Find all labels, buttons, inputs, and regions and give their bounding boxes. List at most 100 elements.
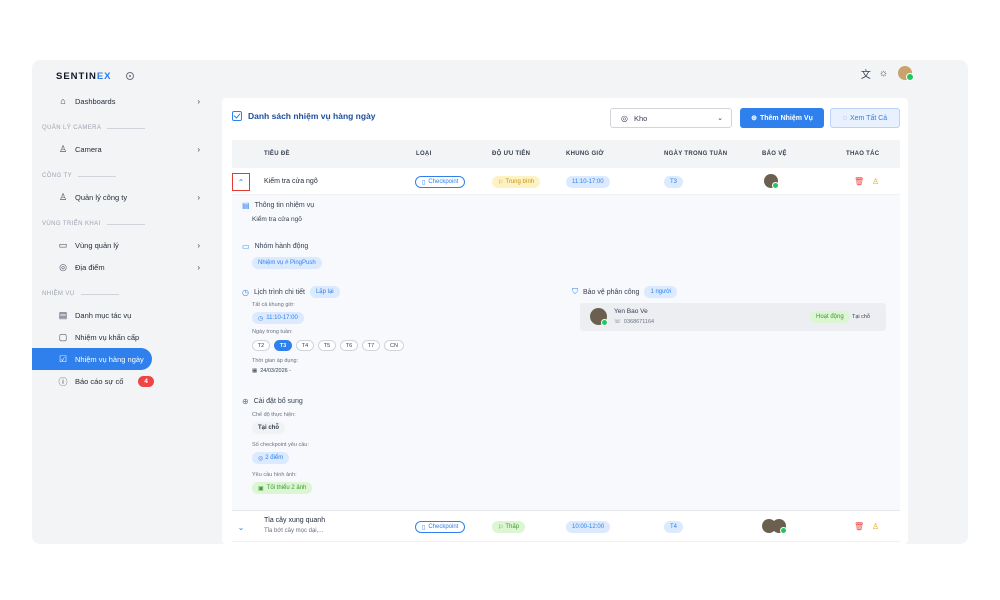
view-all-button[interactable]: ◌ Xem Tất Cả	[830, 108, 900, 128]
plus-circle-icon: ⊕	[751, 115, 757, 122]
location-select[interactable]: ◎ Kho ⌄	[610, 108, 732, 128]
group-tag: Nhiệm vụ # PingPush	[252, 257, 322, 269]
sidebar-item-incident[interactable]: ⓘ Báo cáo sự cố 4	[42, 370, 212, 392]
alert-icon: ⓘ	[58, 376, 68, 387]
checkbox-icon: ☑	[58, 353, 68, 364]
topbar-actions: 文 ☼	[861, 64, 914, 82]
shield-icon: ⛉	[572, 287, 578, 296]
delete-icon[interactable]: 🗑	[854, 177, 864, 186]
section-company: CÔNG TY	[42, 166, 222, 186]
column-header-priority: ĐỘ ƯU TIÊN	[492, 151, 531, 157]
sidebar-item-task-catalog[interactable]: ▤ Danh mục tác vụ	[42, 304, 212, 326]
chevron-right-icon: ›	[197, 96, 200, 106]
day-chip: CN	[384, 340, 404, 351]
bookmark-icon: ▯	[422, 524, 426, 531]
time-badge: 10:00-12:00	[566, 521, 611, 533]
guard-section-title: ⛉ Bảo vệ phân công 1 người	[572, 286, 678, 298]
guard-phone: ☏ 0368671164	[614, 319, 654, 325]
row-title: Tỉa cây xung quanh	[264, 517, 326, 524]
sidebar-item-label: Nhiệm vụ hàng ngày	[75, 354, 144, 364]
group-head: Nhóm hành động	[254, 243, 309, 250]
document-icon: ▢	[58, 331, 68, 342]
user-avatar[interactable]	[896, 64, 914, 82]
image-label: Yêu cầu hình ảnh:	[252, 472, 297, 478]
document-icon: ▤	[242, 201, 250, 210]
guard-head: Bảo vệ phân công	[583, 288, 640, 296]
type-badge-label: Checkpoint	[428, 524, 459, 530]
settings-icon: ⊕	[242, 397, 249, 406]
image-icon: ▣	[258, 485, 264, 492]
section-task: NHIỆM VỤ	[42, 284, 222, 304]
home-icon: ⌂	[60, 96, 66, 106]
brand-name-a: SENTIN	[56, 70, 97, 82]
table-row[interactable]: ⌃ Kiểm tra cửa ngõ ▯ Checkpoint ⚐ Trung bì…	[232, 169, 900, 195]
translate-icon[interactable]: 文	[861, 66, 871, 81]
task-list-card: Danh sách nhiệm vụ hàng ngày ◎ Kho ⌄ ⊕ T…	[222, 98, 908, 544]
sidebar-item-zone[interactable]: ▭ Vùng quản lý ›	[42, 234, 212, 256]
assign-user-icon[interactable]: ♙	[872, 522, 879, 531]
guard-card[interactable]: Yen Bao Ve ☏ 0368671164 Hoạt động Tại chỗ	[580, 303, 886, 331]
chevron-right-icon: ›	[197, 144, 200, 154]
sidebar-item-camera[interactable]: ♙ Camera ›	[42, 138, 212, 160]
sidebar-item-company[interactable]: ♙ Quản lý công ty ›	[42, 186, 212, 208]
guard-avatar[interactable]	[772, 519, 787, 534]
brand-logo[interactable]: SENTINEX	[56, 71, 112, 82]
checklist-icon	[232, 111, 242, 121]
guard-name: Yen Bao Ve	[614, 308, 648, 315]
page-title: Danh sách nhiệm vụ hàng ngày	[232, 111, 376, 121]
extra-head: Cài đặt bổ sung	[253, 398, 303, 405]
image-badge: ▣ Tối thiểu 2 ảnh	[252, 482, 313, 494]
time-badge: 11:10-17:00	[566, 176, 610, 188]
guard-count: 1 người	[644, 286, 678, 298]
sidebar-item-label: Nhiệm vụ khẩn cấp	[75, 332, 140, 342]
map-icon: ▭	[58, 239, 68, 250]
column-header-time: KHUNG GIỜ	[566, 151, 604, 157]
type-badge: ▯ Checkpoint	[415, 176, 466, 188]
day-chip: T6	[340, 340, 358, 351]
day-chip: T5	[318, 340, 336, 351]
column-header-type: LOẠI	[416, 151, 432, 157]
sidebar-item-urgent[interactable]: ▢ Nhiệm vụ khẩn cấp	[42, 326, 212, 348]
assign-user-icon[interactable]: ♙	[872, 177, 879, 186]
apply-date: ▦ 24/03/2026 -	[252, 368, 291, 374]
mode-value: Tại chỗ	[252, 422, 286, 434]
type-badge-label: Checkpoint	[428, 179, 459, 185]
priority-label: Thấp	[505, 524, 520, 530]
column-header-weekday: NGÀY TRONG TUẦN	[664, 151, 728, 157]
day-chip: T7	[362, 340, 380, 351]
info-text: Kiểm tra cửa ngõ	[252, 216, 302, 223]
guard-status-badge: Hoạt động	[810, 311, 850, 323]
chevron-right-icon: ›	[197, 240, 200, 250]
theme-sun-icon[interactable]: ☼	[879, 68, 888, 79]
expand-row-button[interactable]: ⌄	[232, 518, 250, 536]
chevron-right-icon: ›	[197, 192, 200, 202]
bookmark-icon: ▯	[422, 179, 426, 186]
add-task-button[interactable]: ⊕ Thêm Nhiệm Vụ	[740, 108, 824, 128]
sidebar-toggle-icon[interactable]	[125, 72, 134, 80]
sidebar-item-daily[interactable]: ☑ Nhiệm vụ hàng ngày	[32, 348, 152, 370]
apply-label: Thời gian áp dụng:	[252, 358, 299, 364]
card-header: Danh sách nhiệm vụ hàng ngày ◎ Kho ⌄ ⊕ T…	[222, 98, 908, 138]
checkpoint-badge: ◎ 2 điểm	[252, 452, 290, 464]
column-header-actions: THAO TÁC	[846, 151, 880, 157]
location-pin-icon: ◎	[59, 261, 67, 272]
collapse-row-button[interactable]: ⌃	[232, 173, 250, 191]
users-icon: ♙	[58, 191, 68, 202]
sidebar-item-location[interactable]: ◎ Địa điểm ›	[42, 256, 212, 278]
chevron-right-icon: ›	[197, 262, 200, 272]
weekday-badge: T3	[664, 176, 684, 188]
table-row[interactable]: ⌄ Tỉa cây xung quanh Tỉa bớt cây mọc dại…	[232, 512, 900, 542]
guard-phone-value: 0368671164	[623, 319, 655, 325]
guard-mode: Tại chỗ	[852, 314, 871, 320]
schedule-head: Lịch trình chi tiết	[253, 288, 305, 296]
camera-icon: ♙	[58, 143, 68, 154]
info-head: Thông tin nhiệm vụ	[254, 202, 315, 209]
sidebar-item-dashboards[interactable]: ⌂ Dashboards ›	[42, 90, 212, 112]
sidebar-item-label: Camera	[75, 144, 102, 154]
target-icon: ◎	[258, 455, 264, 462]
delete-icon[interactable]: 🗑	[854, 522, 864, 531]
sidebar-item-label: Báo cáo sự cố	[75, 376, 124, 386]
type-badge: ▯ Checkpoint	[415, 521, 466, 533]
brand: SENTINEX	[56, 68, 134, 84]
guard-avatar[interactable]	[764, 174, 779, 189]
